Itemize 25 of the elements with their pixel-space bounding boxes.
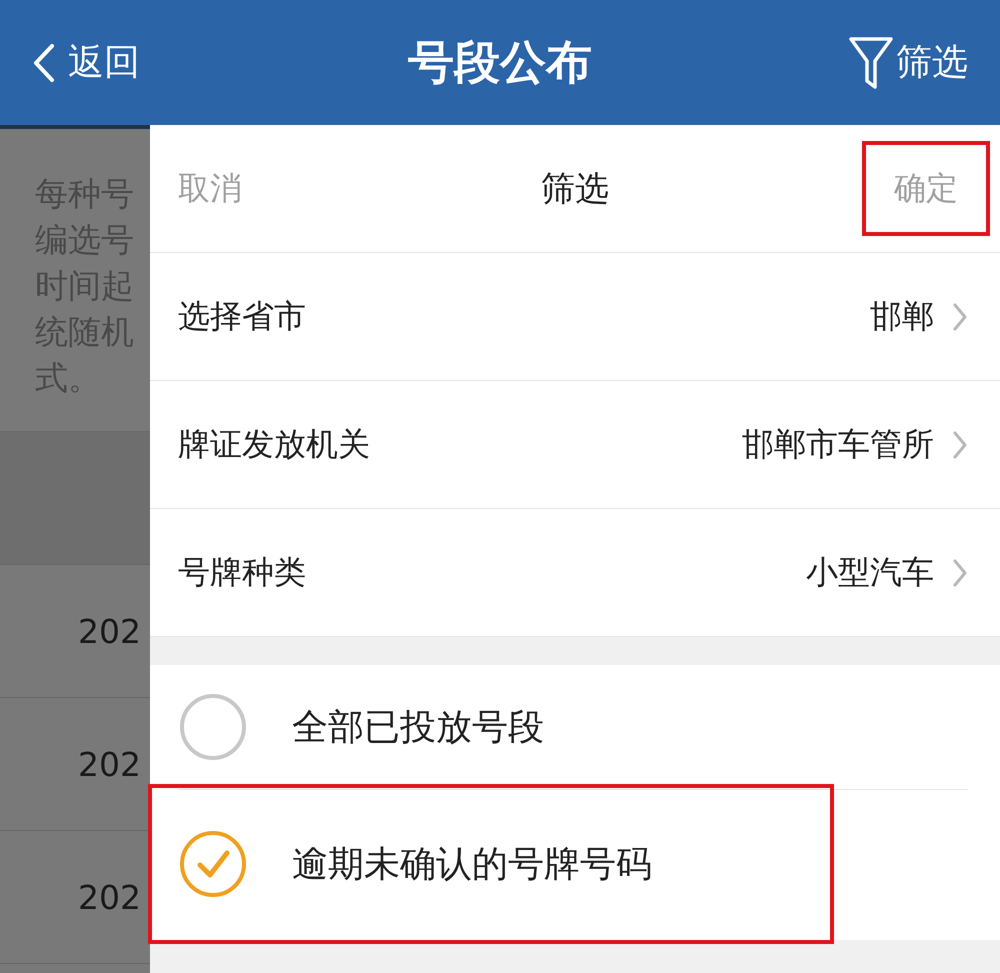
- field-label: 牌证发放机关: [178, 424, 371, 464]
- field-value: 邯郸: [870, 296, 934, 336]
- chevron-icon: [952, 558, 968, 588]
- table-cell: 202: [78, 878, 141, 916]
- filter-row[interactable]: 号牌种类 小型汽车: [150, 509, 1000, 637]
- back-icon: [32, 42, 56, 82]
- option-label: 全部已投放号段: [292, 706, 544, 750]
- filter-row[interactable]: 选择省市 邯郸: [150, 253, 1000, 381]
- panel-title: 筛选: [541, 168, 609, 210]
- option-row[interactable]: 全部已投放号段: [178, 665, 968, 790]
- chevron-icon: [952, 302, 968, 332]
- chevron-icon: [952, 430, 968, 460]
- filter-row[interactable]: 牌证发放机关 邯郸市车管所: [150, 381, 1000, 509]
- option-row[interactable]: 逾期未确认的号牌号码: [152, 788, 830, 940]
- filter-button[interactable]: 筛选: [848, 34, 968, 90]
- table-cell: 202: [78, 744, 141, 784]
- table-cell: 202: [78, 612, 141, 650]
- field-label: 选择省市: [178, 296, 307, 336]
- field-value: 小型汽车: [806, 552, 934, 592]
- field-label: 号牌种类: [178, 552, 307, 592]
- filter-icon: [848, 34, 894, 90]
- page-title: 号段公布: [408, 34, 592, 90]
- field-value: 邯郸市车管所: [742, 424, 934, 464]
- option-label: 逾期未确认的号牌号码: [292, 842, 652, 886]
- back-button[interactable]: 返回: [32, 38, 140, 87]
